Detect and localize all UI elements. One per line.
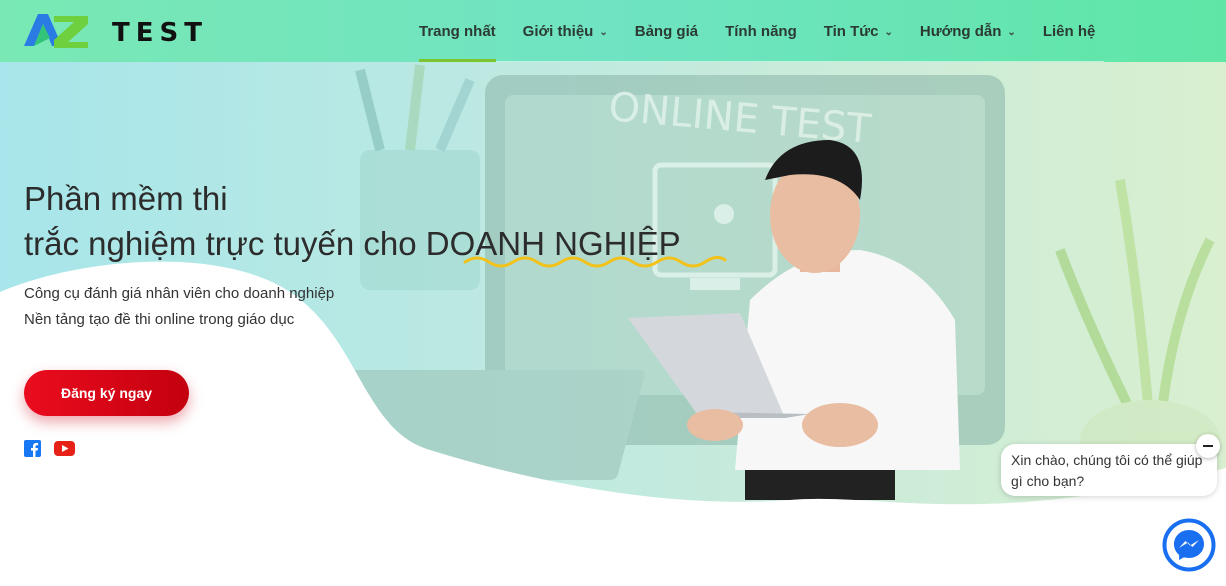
nav-item-bang-gia[interactable]: Bảng giá [635, 0, 698, 62]
nav-item-label: Hướng dẫn [919, 22, 1002, 40]
nav-item-label: Liên hệ [1042, 22, 1096, 40]
youtube-icon[interactable] [54, 440, 75, 461]
nav-item-label: Tin Tức [823, 22, 879, 40]
site-logo[interactable]: TEST [24, 12, 206, 50]
nav-item-tinh-nang[interactable]: Tính năng [725, 0, 797, 62]
nav-item-gioi-thieu[interactable]: Giới thiệu ⌄ [523, 0, 608, 62]
chevron-down-icon: ⌄ [884, 26, 893, 38]
chat-close-button[interactable] [1196, 434, 1220, 458]
chevron-down-icon: ⌄ [599, 26, 608, 38]
az-logo-mark [24, 14, 88, 48]
nav-item-label: Tính năng [725, 22, 797, 40]
hero-title-prefix: trắc nghiệm trực tuyến cho [24, 225, 426, 262]
register-button[interactable]: Đăng ký ngay [24, 370, 189, 416]
logo-text: TEST [112, 18, 208, 48]
hero-subtitle-1: Công cụ đánh giá nhân viên cho doanh ngh… [24, 285, 335, 302]
nav-item-label: Bảng giá [634, 22, 699, 40]
messenger-icon[interactable] [1162, 518, 1216, 572]
main-nav: Trang nhất Giới thiệu ⌄ Bảng giá Tính nă… [419, 0, 1122, 62]
hero-title-line1: Phần mềm thi [24, 180, 228, 217]
chevron-down-icon: ⌄ [1007, 26, 1016, 38]
nav-item-label: Giới thiệu [522, 22, 594, 40]
chat-greeting-bubble[interactable]: Xin chào, chúng tôi có thể giúp gì cho b… [1001, 444, 1217, 496]
hero-subtitle-2: Nền tảng tạo đề thi online trong giáo dụ… [24, 311, 295, 328]
nav-item-huong-dan[interactable]: Hướng dẫn ⌄ [920, 0, 1016, 62]
squiggle-underline [463, 255, 727, 268]
nav-item-lien-he[interactable]: Liên hệ [1043, 0, 1096, 62]
nav-item-tin-tuc[interactable]: Tin Tức ⌄ [824, 0, 893, 62]
site-header: TEST Trang nhất Giới thiệu ⌄ Bảng giá Tí… [0, 0, 1226, 62]
facebook-icon[interactable] [24, 440, 41, 462]
nav-item-trang-nhat[interactable]: Trang nhất [419, 0, 496, 62]
nav-item-label: Trang nhất [419, 22, 496, 40]
